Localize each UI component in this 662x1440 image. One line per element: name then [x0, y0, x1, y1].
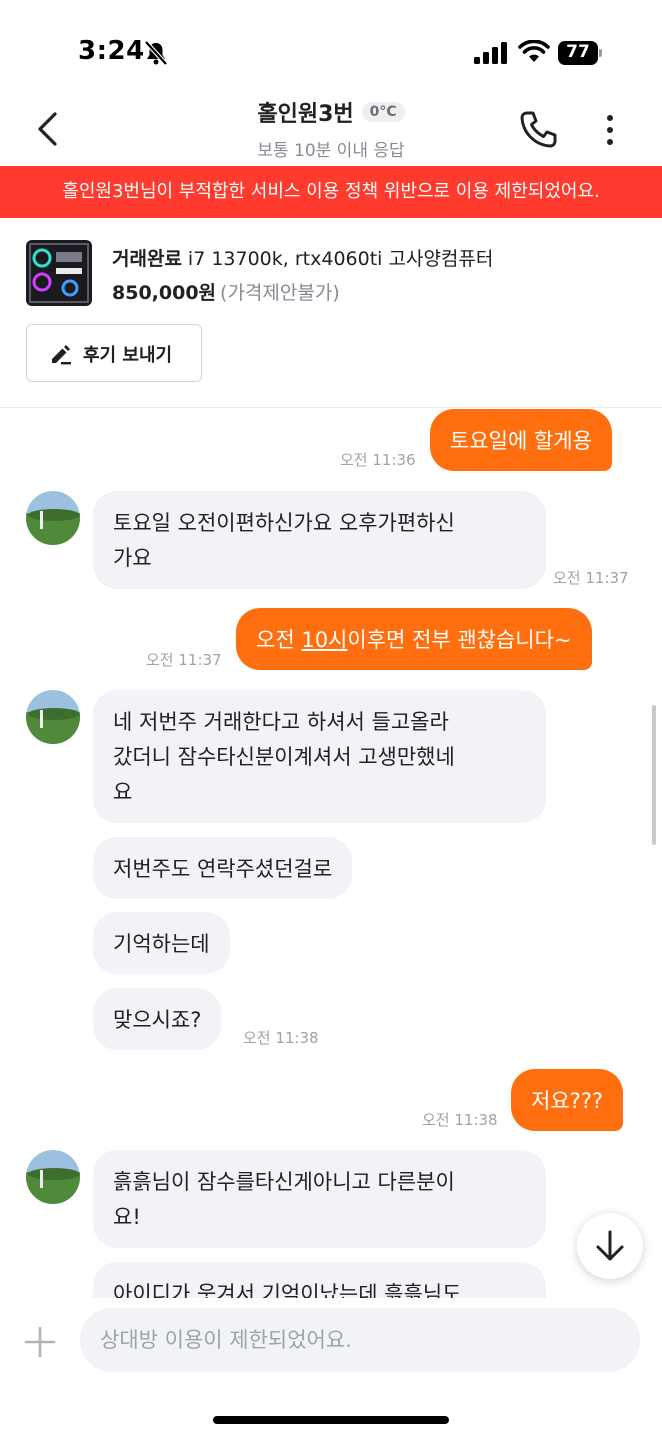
more-vertical-icon[interactable] — [596, 110, 624, 150]
scrollbar[interactable] — [652, 705, 656, 845]
incoming-message[interactable]: 저번주도 연락주셨던걸로 — [93, 837, 353, 899]
manner-temperature-badge: 0°C — [361, 102, 405, 122]
message-text: 저요??? — [531, 1089, 604, 1113]
send-review-label: 후기 보내기 — [83, 345, 173, 366]
avatar[interactable] — [26, 491, 80, 545]
incoming-message[interactable]: 네 저번주 거래한다고 하셔서 들고올라 갔더니 잠수타신분이계셔서 고생만했네… — [93, 690, 546, 823]
product-title-line: 거래완료 i7 13700k, rtx4060ti 고사양컴퓨터 — [112, 244, 493, 271]
product-title: i7 13700k, rtx4060ti 고사양컴퓨터 — [187, 248, 494, 270]
message-input[interactable] — [80, 1308, 640, 1372]
message-line: 네 저번주 거래한다고 하셔서 들고올라 — [113, 710, 449, 734]
signal-icon — [474, 42, 507, 64]
pencil-icon — [52, 345, 71, 365]
message-time: 오전 11:37 — [146, 651, 222, 669]
outgoing-message[interactable]: 토요일에 할게용 — [430, 409, 612, 471]
message-text: 아이디가 웃겨서 기억이났는데 흙흙님도 — [113, 1282, 462, 1298]
message-text: 토요일에 할게용 — [450, 429, 592, 453]
battery-icon: 77 — [558, 41, 602, 65]
message-time: 오전 11:36 — [340, 451, 416, 469]
scroll-to-bottom-button[interactable] — [577, 1213, 643, 1279]
product-price-line: 850,000원 (가격제안불가) — [112, 278, 340, 305]
outgoing-message[interactable]: 오전 10시이후면 전부 괜찮습니다~ — [236, 608, 592, 670]
status-bar: 3:24 77 — [0, 0, 662, 100]
message-line: 토요일 오전이편하신가요 오후가편하신 — [113, 511, 455, 535]
outgoing-message[interactable]: 저요??? — [511, 1069, 624, 1131]
restriction-banner: 홀인원3번님이 부적합한 서비스 이용 정책 위반으로 이용 제한되었어요. — [0, 166, 662, 218]
incoming-message[interactable]: 흙흙님이 잠수를타신게아니고 다른분이 요! — [93, 1150, 546, 1248]
incoming-message[interactable]: 기억하는데 — [93, 912, 230, 974]
product-thumbnail[interactable] — [26, 240, 92, 306]
message-time: 오전 11:38 — [422, 1111, 498, 1129]
phone-icon[interactable] — [516, 108, 560, 152]
message-line: 흙흙님이 잠수를타신게아니고 다른분이 — [113, 1170, 455, 1194]
incoming-message[interactable]: 맞으시죠? — [93, 988, 222, 1050]
product-card[interactable]: 거래완료 i7 13700k, rtx4060ti 고사양컴퓨터 850,000원… — [0, 218, 662, 408]
message-text: 기억하는데 — [113, 932, 210, 956]
message-time: 오전 11:38 — [243, 1029, 319, 1047]
title-wrap: 홀인원3번 0°C — [0, 96, 662, 128]
message-text-before: 오전 — [256, 628, 302, 652]
message-list[interactable]: 오전 11:36 토요일에 할게용 토요일 오전이편하신가요 오후가편하신 가요… — [0, 409, 662, 1298]
status-time: 3:24 — [78, 36, 145, 66]
response-time: 보통 10분 이내 응답 — [257, 141, 405, 161]
incoming-message[interactable]: 토요일 오전이편하신가요 오후가편하신 가요 — [93, 491, 546, 589]
bell-off-icon — [144, 40, 168, 66]
product-price: 850,000원 — [112, 282, 217, 304]
incoming-message[interactable]: 아이디가 웃겨서 기억이났는데 흙흙님도 — [93, 1262, 546, 1298]
message-text: 맞으시죠? — [113, 1008, 202, 1032]
message-line: 가요 — [113, 546, 152, 570]
chat-title: 홀인원3번 — [257, 102, 354, 127]
price-note: (가격제안불가) — [220, 282, 340, 304]
trade-status: 거래완료 — [112, 248, 182, 270]
plus-icon[interactable] — [24, 1326, 56, 1358]
message-text-after: 이후면 전부 괜찮습니다~ — [347, 628, 572, 652]
message-time: 오전 11:37 — [553, 569, 629, 587]
arrow-down-icon — [596, 1230, 624, 1261]
wifi-icon — [518, 40, 550, 62]
message-line: 요! — [113, 1205, 141, 1229]
message-text: 저번주도 연락주셨던걸로 — [113, 857, 333, 881]
time-link[interactable]: 10시 — [301, 628, 347, 652]
message-line: 갔더니 잠수타신분이계셔서 고생만했네 — [113, 745, 455, 769]
avatar[interactable] — [26, 690, 80, 744]
avatar[interactable] — [26, 1150, 80, 1204]
home-indicator — [213, 1416, 449, 1424]
input-bar — [0, 1298, 662, 1440]
send-review-button[interactable]: 후기 보내기 — [26, 324, 202, 382]
message-line: 요 — [113, 780, 133, 804]
battery-level: 77 — [566, 42, 590, 62]
chat-header: 홀인원3번 0°C 보통 10분 이내 응답 — [0, 90, 662, 166]
